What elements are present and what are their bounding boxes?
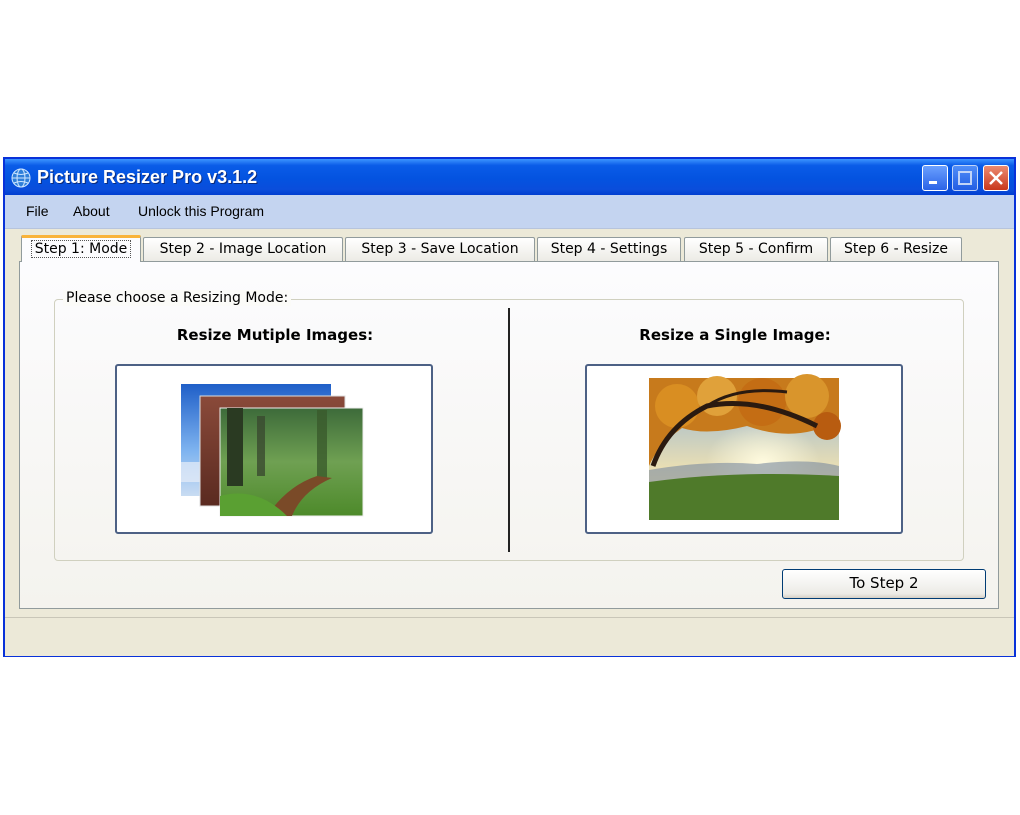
status-bar (5, 617, 1014, 656)
maximize-icon (958, 171, 972, 185)
tab-step-5-confirm[interactable]: Step 5 - Confirm (684, 237, 828, 261)
tab-label: Step 3 - Save Location (361, 241, 519, 257)
title-bar[interactable]: Picture Resizer Pro v3.1.2 (5, 159, 1014, 195)
tab-step-4-settings[interactable]: Step 4 - Settings (537, 237, 681, 261)
group-label: Please choose a Resizing Mode: (63, 290, 292, 306)
menu-bar: File About Unlock this Program (5, 195, 1014, 229)
mode-divider (508, 308, 510, 552)
menu-file[interactable]: File (26, 203, 49, 219)
tab-step-3-save-location[interactable]: Step 3 - Save Location (345, 237, 535, 261)
menu-about[interactable]: About (73, 203, 110, 219)
autumn-tree-photo (649, 374, 841, 520)
to-step-2-button[interactable]: To Step 2 (782, 569, 986, 599)
tab-step-6-resize[interactable]: Step 6 - Resize (830, 237, 962, 261)
menu-unlock[interactable]: Unlock this Program (138, 203, 264, 219)
tab-step-1-mode[interactable]: Step 1: Mode (21, 235, 141, 262)
tab-step-2-image-location[interactable]: Step 2 - Image Location (143, 237, 343, 261)
resize-single-image-button[interactable] (585, 364, 903, 534)
resize-multiple-images-button[interactable] (115, 364, 433, 534)
maximize-button[interactable] (952, 165, 978, 191)
multiple-images-heading: Resize Mutiple Images: (176, 326, 374, 344)
window-title: Picture Resizer Pro v3.1.2 (37, 167, 258, 187)
single-image-heading: Resize a Single Image: (639, 326, 831, 344)
globe-icon (11, 168, 31, 188)
close-button[interactable] (983, 165, 1009, 191)
tab-panel-mode: Please choose a Resizing Mode: Resize Mu… (19, 261, 999, 609)
resizing-mode-group: Please choose a Resizing Mode: Resize Mu… (54, 290, 964, 561)
tab-label: Step 4 - Settings (550, 241, 668, 257)
app-window: Picture Resizer Pro v3.1.2 File About Un… (3, 157, 1016, 657)
stacked-photos-icon (181, 384, 364, 517)
minimize-button[interactable] (922, 165, 948, 191)
tab-label: Step 2 - Image Location (159, 241, 327, 257)
close-icon (989, 171, 1003, 185)
tab-label: Step 6 - Resize (843, 241, 949, 257)
tab-label: Step 1: Mode (30, 240, 132, 258)
tab-label: Step 5 - Confirm (698, 241, 814, 257)
minimize-icon (929, 181, 937, 184)
